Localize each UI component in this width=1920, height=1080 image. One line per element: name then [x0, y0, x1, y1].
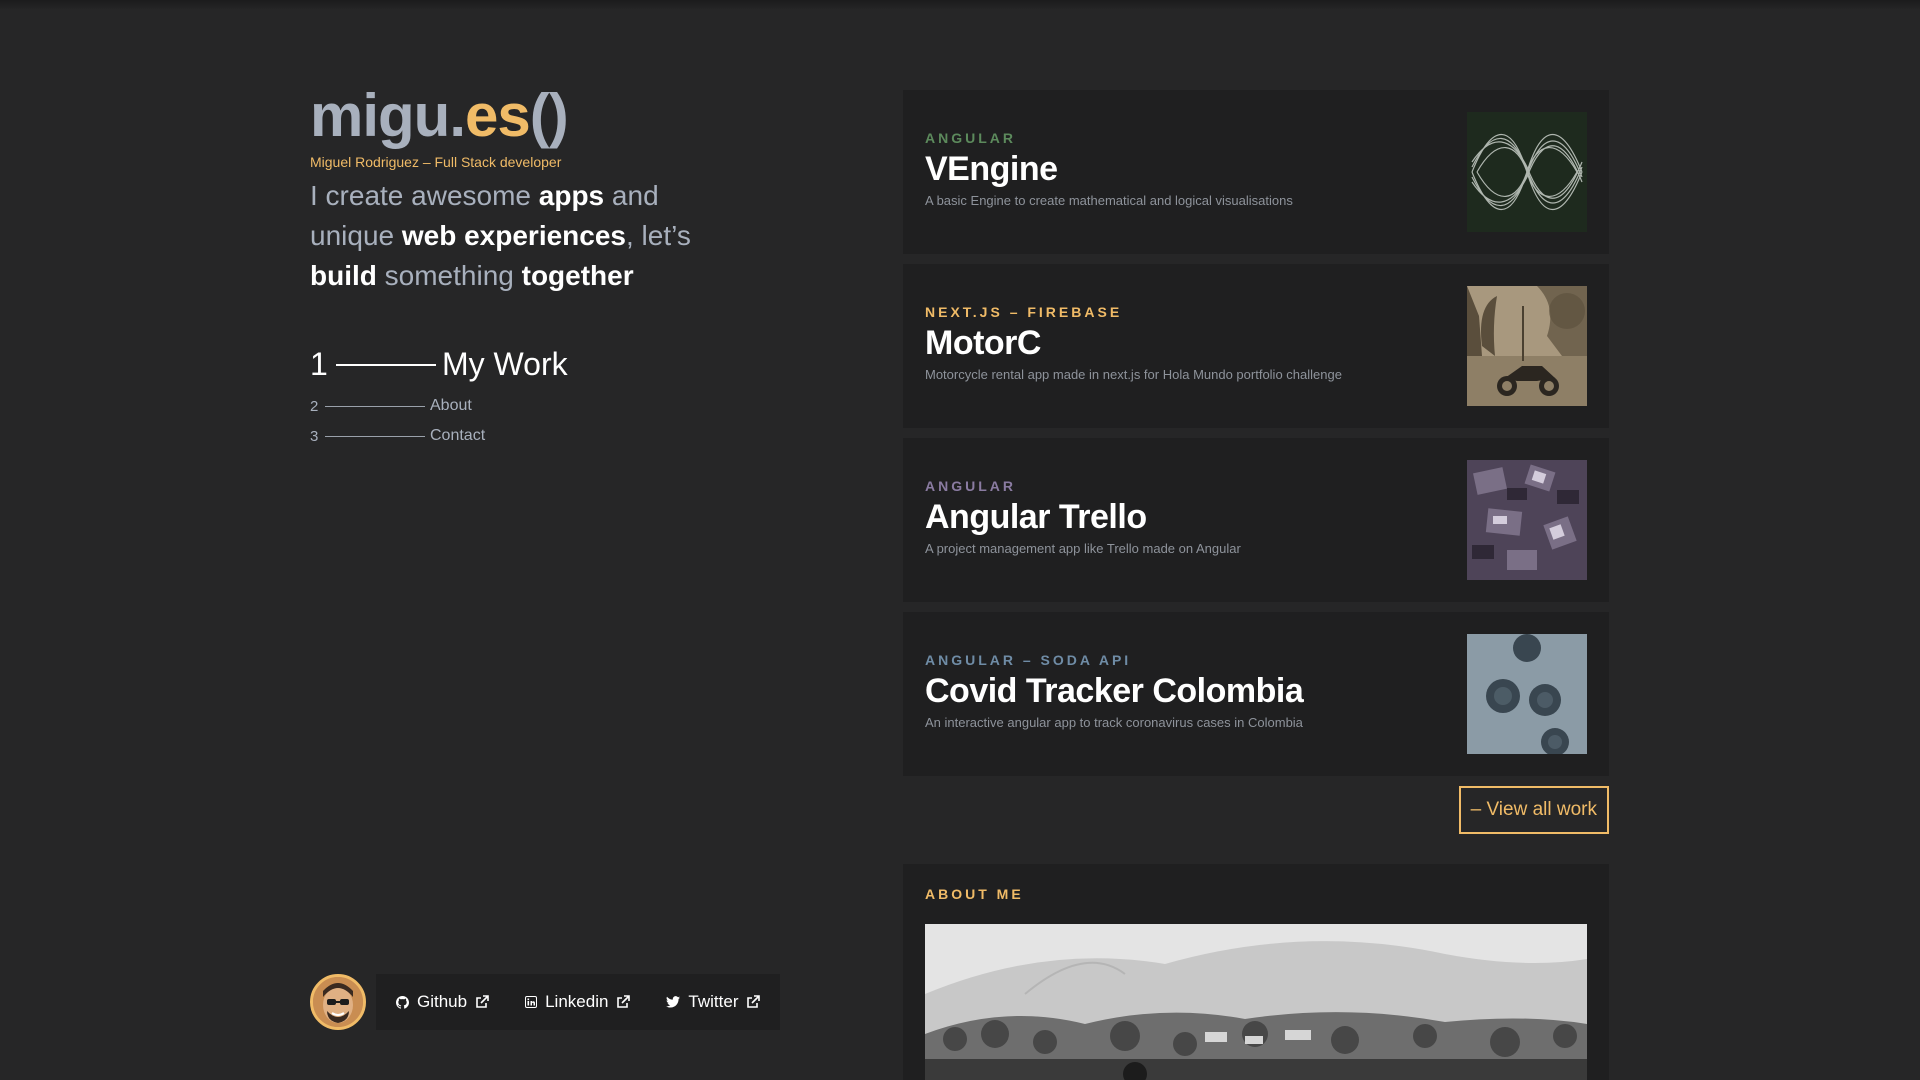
site-logo[interactable]: migu.es(): [310, 80, 870, 152]
about-photo: [925, 924, 1587, 1080]
project-card-motorc[interactable]: NEXT.JS – FIREBASE MotorC Motorcycle ren…: [903, 264, 1609, 428]
about-heading: ABOUT ME: [925, 886, 1024, 902]
nav-number: 3: [310, 427, 319, 445]
nav-line: [336, 363, 436, 366]
github-icon: [396, 995, 409, 1009]
twitter-label: Twitter: [688, 992, 739, 1011]
project-card-angular-trello[interactable]: ANGULAR Angular Trello A project managem…: [903, 438, 1609, 602]
external-link-icon: [746, 995, 761, 1009]
nav-line: [325, 405, 425, 407]
view-all-row: – View all work: [903, 786, 1609, 834]
nav-number: 1: [310, 346, 328, 382]
nav-line: [325, 435, 425, 437]
external-link-icon: [616, 995, 631, 1009]
github-label: Github: [417, 992, 468, 1011]
project-thumbnail: [1467, 634, 1587, 754]
logo-accent: es: [465, 82, 531, 149]
twitter-link[interactable]: Twitter: [666, 992, 761, 1012]
nav-item-about[interactable]: 2 About: [310, 391, 870, 421]
logo-tail: (): [529, 82, 569, 149]
linkedin-label: Linkedin: [545, 992, 609, 1011]
nav-item-my-work[interactable]: 1 My Work: [310, 346, 870, 383]
work-column: ANGULAR VEngine A basic Engine to create…: [903, 90, 1609, 1080]
project-thumbnail: [1467, 286, 1587, 406]
project-card-covid-tracker[interactable]: ANGULAR – SODA API Covid Tracker Colombi…: [903, 612, 1609, 776]
top-shade: [0, 0, 1920, 10]
section-nav: 1 My Work 2 About 3 Contact: [310, 346, 870, 451]
linkedin-icon: [525, 996, 538, 1008]
social-links: Github Linkedin Twitter: [376, 974, 781, 1030]
about-section: ABOUT ME: [903, 864, 1609, 1080]
view-all-work-button[interactable]: – View all work: [1458, 786, 1609, 834]
twitter-icon: [666, 996, 681, 1008]
nav-number: 2: [310, 397, 319, 415]
nav-label: About: [430, 397, 472, 414]
project-thumbnail: [1467, 460, 1587, 580]
nav-label: My Work: [442, 346, 568, 382]
site-subtitle: Miguel Rodriguez – Full Stack developer: [310, 154, 562, 170]
tagline: I create awesome apps and unique web exp…: [310, 180, 691, 291]
project-thumbnail: [1467, 112, 1587, 232]
social-bar-row: Github Linkedin Twitter: [310, 974, 781, 1030]
linkedin-link[interactable]: Linkedin: [525, 992, 631, 1012]
nav-item-contact[interactable]: 3 Contact: [310, 421, 870, 451]
avatar-illustration: [313, 977, 363, 1027]
avatar: [310, 974, 366, 1030]
github-link[interactable]: Github: [396, 992, 489, 1012]
intro-column: migu.es() Miguel Rodriguez – Full Stack …: [310, 80, 870, 451]
logo-main: migu.: [310, 82, 466, 149]
external-link-icon: [475, 995, 489, 1009]
project-card-vengine[interactable]: ANGULAR VEngine A basic Engine to create…: [903, 90, 1609, 254]
nav-label: Contact: [430, 427, 486, 444]
